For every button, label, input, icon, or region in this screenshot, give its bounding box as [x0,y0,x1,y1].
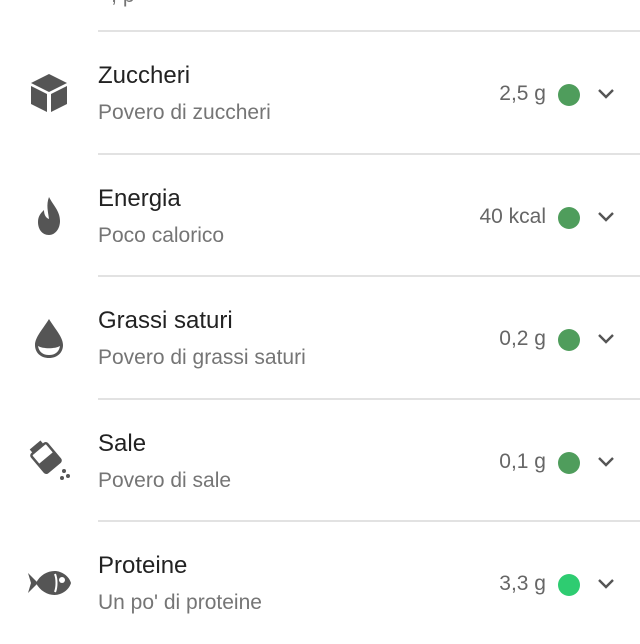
flame-icon [26,193,72,239]
nutrient-title: Zuccheri [98,62,191,89]
nutrient-level-text: Povero di grassi saturi [98,346,306,369]
nutrient-level-dot [558,84,580,106]
nutrient-level-text: Povero di sale [98,469,232,492]
nutrient-level-dot [558,574,580,596]
chevron-down-icon[interactable] [596,210,616,224]
nutrient-level-text: Povero di zuccheri [98,101,271,124]
nutrient-title: Sale [98,430,147,457]
nutrient-title: Grassi saturi [98,307,233,334]
chevron-down-icon[interactable] [596,332,616,346]
nutrient-value: 0,1 g [499,450,546,473]
nutrient-value: 40 kcal [479,205,546,228]
nutrient-level-text: Poco calorico [98,224,225,247]
sugar-cube-icon [26,70,72,116]
chevron-down-icon[interactable] [596,455,616,469]
nutrient-row-salt[interactable]: Sale Povero di sale 0,1 g [0,400,640,522]
chevron-down-icon[interactable] [596,87,616,101]
nutrient-title: Proteine [98,552,188,579]
nutrient-level-dot [558,452,580,474]
nutrient-row-sugars[interactable]: Zuccheri Povero di zuccheri 2,5 g [0,32,640,154]
nutrient-value: 0,2 g [499,327,546,350]
nutrient-title: Energia [98,185,181,212]
salt-shaker-icon [26,438,72,484]
nutrient-level-text: Un po' di proteine [98,591,262,614]
fish-icon [26,560,72,606]
nutrient-row-saturated-fat[interactable]: Grassi saturi Povero di grassi saturi 0,… [0,277,640,399]
fat-drop-icon [26,315,72,361]
nutrient-value: 3,3 g [499,572,546,595]
chevron-down-icon[interactable] [596,577,616,591]
nutrient-row-proteins[interactable]: Proteine Un po' di proteine 3,3 g [0,522,640,644]
nutrient-level-dot [558,329,580,351]
nutrient-value: 2,5 g [499,82,546,105]
nutrient-row-energy[interactable]: Energia Poco calorico 40 kcal [0,155,640,277]
nutrient-level-dot [558,207,580,229]
previous-item-subtitle: • , p [98,0,135,8]
